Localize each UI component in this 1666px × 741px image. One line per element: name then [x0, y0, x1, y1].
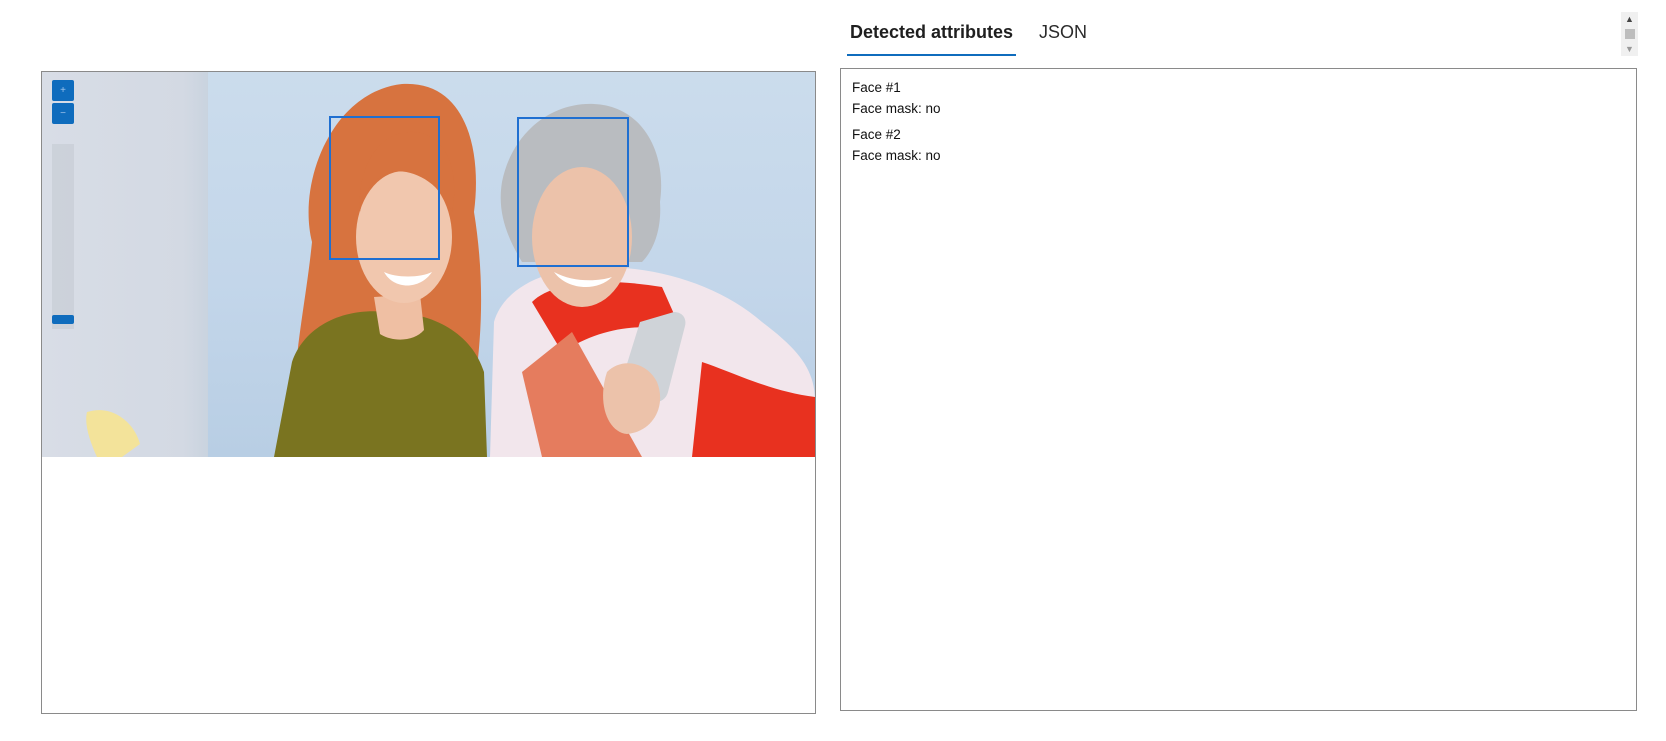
face-mask-attribute: Face mask: no: [852, 101, 941, 116]
face-result-title: Face #1: [852, 80, 901, 95]
scroll-up-arrow-icon[interactable]: ▲: [1621, 13, 1638, 25]
scrollbar-thumb[interactable]: [1625, 29, 1635, 39]
tab-json[interactable]: JSON: [1036, 18, 1090, 56]
result-tabs: Detected attributes JSON: [847, 18, 1090, 56]
zoom-slider-track[interactable]: [52, 144, 74, 329]
uploaded-photo: + −: [42, 72, 815, 457]
face-result-2: Face #2 Face mask: no: [852, 124, 1625, 166]
tab-detected-attributes[interactable]: Detected attributes: [847, 18, 1017, 56]
image-viewer[interactable]: + −: [41, 71, 816, 714]
plus-icon: +: [60, 84, 66, 96]
zoom-slider-thumb[interactable]: [52, 315, 74, 324]
face-box-1: [329, 116, 440, 260]
face-mask-attribute: Face mask: no: [852, 148, 941, 163]
face-result-1: Face #1 Face mask: no: [852, 77, 1625, 119]
minus-icon: −: [60, 107, 66, 119]
page-scrollbar[interactable]: ▲ ▼: [1621, 12, 1638, 56]
face-box-2: [517, 117, 629, 267]
face-result-title: Face #2: [852, 127, 901, 142]
scroll-down-arrow-icon[interactable]: ▼: [1621, 43, 1638, 55]
zoom-out-button[interactable]: −: [52, 103, 74, 124]
detected-attributes-panel: Face #1 Face mask: no Face #2 Face mask:…: [840, 68, 1637, 711]
zoom-in-button[interactable]: +: [52, 80, 74, 101]
